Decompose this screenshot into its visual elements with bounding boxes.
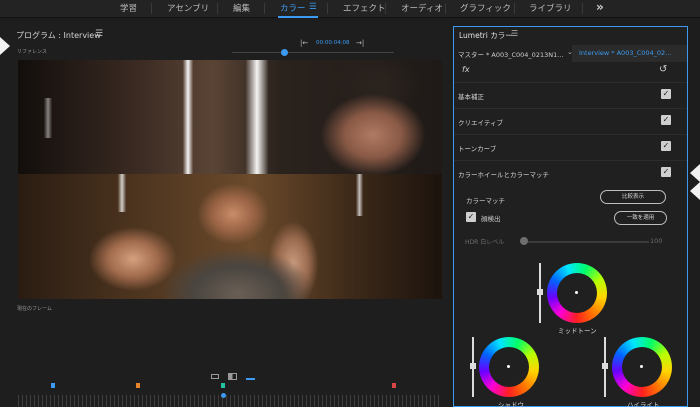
reference-position-slider[interactable] [232, 52, 394, 53]
sequence-clip-tab[interactable]: Interview * A003_C004_02... [572, 45, 687, 62]
tab-divider [582, 3, 583, 14]
midtones-slider-handle[interactable] [537, 289, 543, 295]
wheel-puck[interactable] [640, 365, 643, 368]
tab-effects[interactable]: エフェクト [343, 2, 386, 14]
comparison-view-icons [211, 373, 271, 383]
callout-arrow-icon [690, 164, 700, 182]
timeline-playhead[interactable] [221, 393, 226, 398]
hamburger-icon[interactable]: ☰ [95, 29, 103, 39]
tab-learn[interactable]: 学習 [120, 2, 137, 14]
color-match-label: カラーマッチ [466, 197, 505, 205]
tab-graphics[interactable]: グラフィック [460, 2, 511, 14]
reference-label: リファレンス [17, 49, 47, 55]
timeline-marker[interactable] [136, 383, 140, 388]
face-detect-label: 顔検出 [481, 215, 501, 223]
tab-divider [385, 3, 386, 14]
current-frame-image [18, 174, 442, 299]
lumetri-color-panel: Lumetri カラー ☰ マスター * A003_C004_0213N1...… [453, 26, 688, 407]
highlights-label: ハイライト [627, 401, 660, 407]
tab-divider [264, 3, 265, 14]
reference-timecode[interactable]: 00:00:04:08 [316, 40, 350, 46]
face-detect-checkbox[interactable]: ✓ [466, 212, 476, 222]
tab-color[interactable]: カラー [280, 2, 306, 14]
master-clip-tab[interactable]: マスター * A003_C004_0213N1... [458, 49, 563, 59]
section-enable-checkbox[interactable]: ✓ [661, 167, 671, 177]
hdr-white-level-value[interactable]: 100 [650, 237, 662, 245]
tab-edit[interactable]: 編集 [233, 2, 250, 14]
background-light [183, 60, 193, 174]
section-creative[interactable]: クリエイティブ ✓ [454, 108, 687, 134]
side-by-side-icon[interactable] [211, 374, 219, 379]
section-label: 基本補正 [458, 93, 484, 101]
section-label: クリエイティブ [458, 119, 503, 127]
section-tone-curve[interactable]: トーンカーブ ✓ [454, 134, 687, 160]
reference-frame-image [18, 60, 442, 174]
split-view-video-frame [18, 60, 442, 299]
timeline-marker[interactable] [221, 383, 225, 388]
reference-swap-icon[interactable] [246, 373, 255, 380]
clip-selector: マスター * A003_C004_0213N1... ⌄ Interview *… [454, 45, 687, 63]
apply-match-button[interactable]: 一致を適用 [614, 211, 667, 225]
section-basic-correction[interactable]: 基本補正 ✓ [454, 82, 687, 108]
tab-divider [514, 3, 515, 14]
hdr-white-level-label: HDR 白レベル [465, 239, 505, 246]
tab-divider [327, 3, 328, 14]
reference-slider-handle[interactable] [281, 49, 288, 56]
callout-arrow-icon [0, 37, 10, 55]
hdr-slider-handle[interactable] [520, 237, 528, 245]
tab-libraries[interactable]: ライブラリ [529, 2, 572, 14]
section-enable-checkbox[interactable]: ✓ [661, 141, 671, 151]
workspace-bar: 学習 アセンブリ 編集 カラー ☰ エフェクト オーディオ グラフィック ライブ… [0, 0, 700, 18]
double-chevron-right-icon[interactable]: » [596, 0, 604, 14]
reset-icon[interactable]: ↺ [659, 64, 667, 75]
split-view-icon[interactable] [228, 373, 237, 380]
background-light [356, 174, 363, 216]
shadows-slider-handle[interactable] [470, 363, 476, 369]
section-enable-checkbox[interactable]: ✓ [661, 89, 671, 99]
callout-arrow-icon [690, 182, 700, 200]
timeline-marker[interactable] [392, 383, 396, 388]
tab-divider [445, 3, 446, 14]
current-frame-label: 現在のフレーム [17, 306, 52, 312]
step-forward-icon[interactable]: →| [356, 39, 364, 47]
section-label: トーンカーブ [458, 145, 497, 153]
wheel-puck[interactable] [507, 365, 510, 368]
timeline-ruler[interactable] [18, 395, 442, 407]
compare-view-button[interactable]: 比較表示 [600, 190, 666, 204]
tab-assembly[interactable]: アセンブリ [167, 2, 209, 14]
program-monitor-title: プログラム : Interview [16, 31, 101, 40]
section-enable-checkbox[interactable]: ✓ [661, 115, 671, 125]
step-back-icon[interactable]: |← [300, 39, 308, 47]
fx-icon[interactable]: fx [462, 65, 470, 74]
tab-audio[interactable]: オーディオ [401, 2, 443, 14]
wheel-puck[interactable] [575, 291, 578, 294]
lumetri-title: Lumetri カラー [459, 31, 513, 40]
shadows-label: シャドウ [498, 401, 524, 407]
reference-controls: |← 00:00:04:08 →| [240, 39, 400, 53]
timeline-marker[interactable] [51, 383, 55, 388]
active-tab-underline [278, 16, 318, 18]
midtones-label: ミッドトーン [558, 327, 597, 335]
hamburger-icon[interactable]: ☰ [309, 2, 317, 12]
tab-divider [151, 3, 152, 14]
background-light [44, 98, 52, 138]
section-label: カラーホイールとカラーマッチ [458, 171, 549, 179]
background-light [118, 174, 126, 212]
hdr-white-level-slider[interactable] [523, 241, 649, 243]
highlights-slider-handle[interactable] [602, 363, 608, 369]
background-light [246, 60, 268, 174]
tab-divider [217, 3, 218, 14]
section-color-wheels[interactable]: カラーホイールとカラーマッチ ✓ [454, 160, 687, 186]
hamburger-icon[interactable]: ☰ [511, 29, 518, 38]
